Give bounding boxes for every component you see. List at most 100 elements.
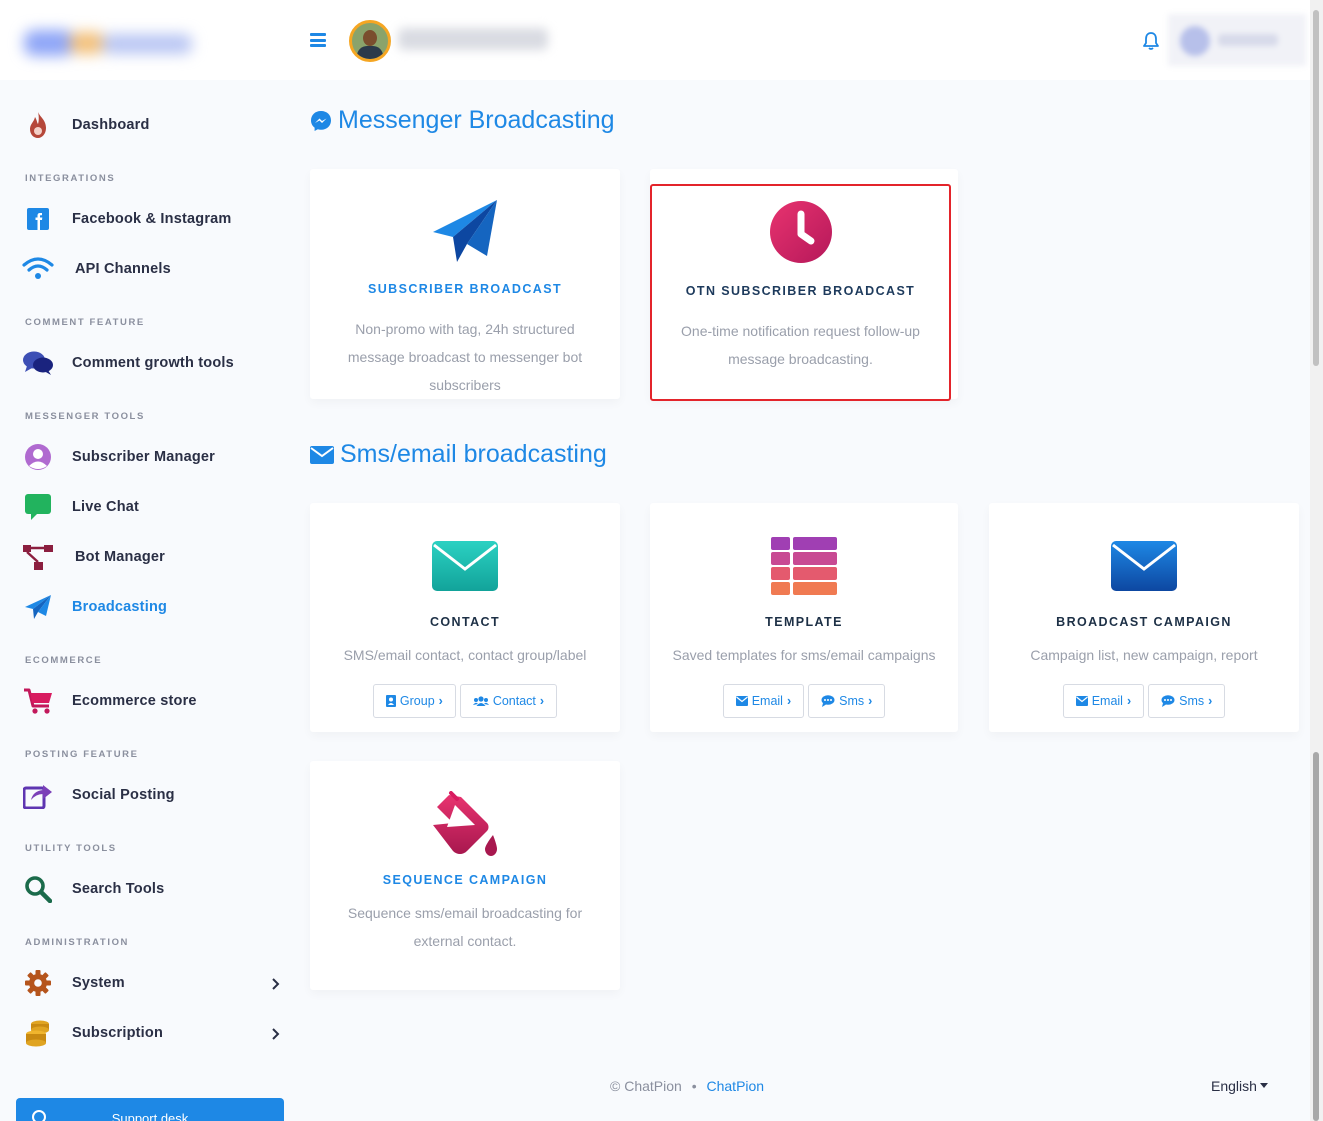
top-navbar	[0, 0, 1310, 80]
menu-toggle-icon[interactable]	[310, 33, 326, 47]
sidebar-item-facebook-instagram[interactable]: Facebook & Instagram	[22, 201, 232, 237]
facebook-icon	[22, 203, 54, 235]
chevron-right-icon[interactable]	[270, 977, 280, 991]
sidebar-item-subscription[interactable]: Subscription	[22, 1015, 163, 1051]
contact-button-group: Group › Contact ›	[310, 684, 620, 718]
address-card-icon	[385, 695, 396, 707]
sidebar-item-label: API Channels	[75, 261, 171, 277]
chevron-right-icon[interactable]	[270, 1027, 280, 1041]
sidebar-item-ecommerce-store[interactable]: Ecommerce store	[22, 683, 197, 719]
chat-bubbles-icon	[22, 347, 54, 379]
section-administration: ADMINISTRATION	[25, 937, 130, 948]
sidebar-item-label: Bot Manager	[75, 549, 166, 565]
otn-subscriber-broadcast-card[interactable]: OTN SUBSCRIBER BROADCAST One-time notifi…	[650, 184, 951, 401]
section-posting-feature: POSTING FEATURE	[25, 749, 139, 760]
search-icon	[22, 873, 54, 905]
envelope-icon	[310, 541, 620, 591]
brand-logo[interactable]	[14, 16, 204, 72]
sidebar-item-label: Social Posting	[72, 787, 175, 803]
life-ring-icon	[32, 1110, 46, 1121]
card-title: SUBSCRIBER BROADCAST	[368, 282, 562, 296]
contact-button[interactable]: Contact ›	[459, 684, 558, 718]
email-template-button[interactable]: Email ›	[722, 684, 805, 718]
coins-icon	[22, 1017, 54, 1049]
card-description: Sequence sms/email broadcasting for exte…	[347, 905, 583, 949]
messenger-broadcasting-heading: Messenger Broadcasting	[310, 106, 615, 135]
card-description: Campaign list, new campaign, report	[1030, 647, 1258, 663]
template-card[interactable]: TEMPLATE Saved templates for sms/email c…	[650, 503, 958, 732]
paint-bucket-icon	[310, 791, 620, 859]
bell-icon[interactable]	[1141, 31, 1161, 51]
sequence-campaign-card[interactable]: SEQUENCE CAMPAIGN Sequence sms/email bro…	[310, 761, 620, 990]
envelope-icon	[989, 541, 1299, 591]
sidebar-item-live-chat[interactable]: Live Chat	[22, 489, 139, 525]
heading-text: Sms/email broadcasting	[340, 440, 607, 468]
copyright-text: © ChatPion	[610, 1078, 682, 1094]
sidebar-item-comment-growth-tools[interactable]: Comment growth tools	[22, 345, 234, 381]
user-menu-blurred[interactable]	[1168, 14, 1306, 66]
sidebar-item-label: Search Tools	[72, 881, 165, 897]
section-integrations: INTEGRATIONS	[25, 173, 116, 184]
sidebar-item-label: Subscription	[72, 1025, 164, 1041]
gear-icon	[22, 967, 54, 999]
section-utility-tools: UTILITY TOOLS	[25, 843, 117, 854]
page-avatar[interactable]	[349, 20, 391, 62]
broadcast-campaign-card[interactable]: BROADCAST CAMPAIGN Campaign list, new ca…	[989, 503, 1299, 732]
card-title: OTN SUBSCRIBER BROADCAST	[685, 284, 916, 298]
wifi-icon	[22, 253, 54, 285]
heading-text: Messenger Broadcasting	[338, 106, 615, 134]
section-ecommerce: ECOMMERCE	[25, 655, 103, 666]
group-button[interactable]: Group ›	[372, 684, 456, 718]
card-description: Non-promo with tag, 24h structured messa…	[347, 321, 583, 393]
sms-template-button[interactable]: Sms ›	[808, 684, 886, 718]
sidebar-item-label: Ecommerce store	[72, 693, 197, 709]
sms-email-broadcasting-heading: Sms/email broadcasting	[310, 440, 607, 469]
contact-card[interactable]: CONTACT SMS/email contact, contact group…	[310, 503, 620, 732]
card-description: One-time notification request follow-up …	[681, 323, 920, 367]
flame-icon	[22, 109, 54, 141]
sidebar-item-label: Live Chat	[72, 499, 140, 515]
sitemap-icon	[22, 541, 54, 573]
sidebar-item-system[interactable]: System	[22, 965, 125, 1001]
sidebar-item-label: Comment growth tools	[72, 355, 234, 371]
users-icon	[472, 696, 489, 706]
section-messenger-tools: MESSENGER TOOLS	[25, 411, 145, 422]
page-name-blurred[interactable]	[398, 28, 548, 50]
email-campaign-button[interactable]: Email ›	[1062, 684, 1145, 718]
sidebar-item-api-channels[interactable]: API Channels	[22, 251, 171, 287]
footer-link[interactable]: ChatPion	[707, 1078, 765, 1094]
sidebar-item-label: Subscriber Manager	[72, 449, 216, 465]
sms-icon	[821, 695, 835, 707]
sidebar-item-dashboard[interactable]: Dashboard	[22, 107, 150, 143]
card-title: SEQUENCE CAMPAIGN	[382, 873, 548, 887]
messenger-icon	[310, 110, 332, 132]
user-circle-icon	[22, 441, 54, 473]
sidebar-item-bot-manager[interactable]: Bot Manager	[22, 539, 165, 575]
sidebar-item-search-tools[interactable]: Search Tools	[22, 871, 164, 907]
chat-icon	[22, 491, 54, 523]
footer: © ChatPion • ChatPion	[610, 1078, 764, 1094]
cart-icon	[22, 685, 54, 717]
card-title: BROADCAST CAMPAIGN	[1056, 615, 1232, 629]
sms-icon	[1161, 695, 1175, 707]
footer-separator: •	[691, 1078, 697, 1094]
sidebar-item-subscriber-manager[interactable]: Subscriber Manager	[22, 439, 215, 475]
sidebar-item-label: Dashboard	[72, 117, 150, 133]
section-comment-feature: COMMENT FEATURE	[25, 317, 145, 328]
sidebar: Dashboard INTEGRATIONS Facebook & Instag…	[0, 80, 300, 1121]
sidebar-item-social-posting[interactable]: Social Posting	[22, 777, 175, 813]
card-description: Saved templates for sms/email campaigns	[672, 647, 936, 663]
card-title: CONTACT	[430, 615, 500, 629]
sms-campaign-button[interactable]: Sms ›	[1148, 684, 1226, 718]
support-desk-button[interactable]: Support desk	[16, 1098, 284, 1121]
table-icon	[650, 537, 958, 595]
language-dropdown[interactable]: English	[1211, 1078, 1268, 1094]
scrollbar[interactable]	[1310, 0, 1323, 1121]
card-title: TEMPLATE	[765, 615, 843, 629]
sidebar-item-label: Facebook & Instagram	[72, 211, 232, 227]
sidebar-item-broadcasting[interactable]: Broadcasting	[22, 589, 167, 625]
template-button-group: Email › Sms ›	[650, 684, 958, 718]
language-label: English	[1211, 1078, 1257, 1094]
sidebar-item-label: System	[72, 975, 125, 991]
subscriber-broadcast-card[interactable]: SUBSCRIBER BROADCAST Non-promo with tag,…	[310, 169, 620, 399]
